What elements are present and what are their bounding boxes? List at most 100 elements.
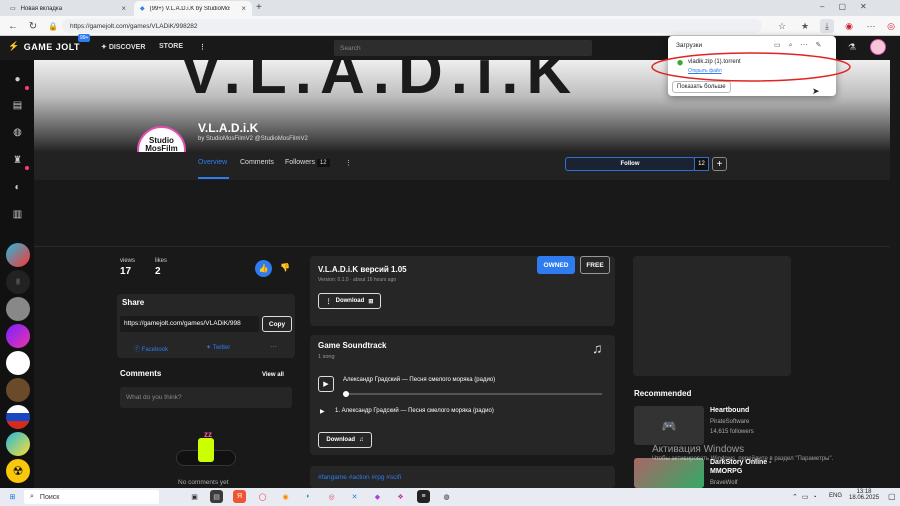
build-title: V.L.A.D.i.K версий 1.05 [318,265,407,274]
community-avatar[interactable] [6,243,30,267]
like-icon[interactable]: 👍 [255,260,272,277]
community-avatar[interactable] [6,378,30,402]
taskbar-search[interactable]: ⌕ Поиск [24,490,159,504]
sleeping-mascot: zz [176,430,236,470]
darkstory-thumbnail[interactable] [634,458,704,488]
app-icon[interactable]: ≡ [417,490,430,503]
track-play-icon[interactable]: ▶ [320,408,325,415]
favorites-icon[interactable]: ★ [798,19,812,33]
app-icon[interactable]: ◆ [371,490,384,503]
share-url-field[interactable]: https://gamejolt.com/games/VLADiK/998 [120,316,259,332]
downloads-toolbar[interactable]: ▭⌕⋯✎ [774,41,829,50]
back-icon[interactable]: ← [6,19,20,33]
dislike-icon[interactable]: 👎 [280,263,290,272]
heartbound-thumbnail[interactable]: 🎮 [634,406,704,445]
edge-icon[interactable]: ◐ [302,490,315,503]
backpack-icon[interactable]: ◍ [9,124,26,141]
community-avatar[interactable] [6,405,30,429]
nav-label: DISCOVER [108,44,146,51]
app-icon[interactable]: ◎ [325,490,338,503]
language-indicator[interactable]: ENG [829,493,842,499]
rec-game-name[interactable]: Heartbound [710,407,749,414]
nav-store[interactable]: STORE [159,43,183,50]
opera-icon[interactable]: ◯ [256,490,269,503]
app-icon[interactable]: ❖ [394,490,407,503]
chat-icon[interactable]: ◐ [9,179,26,196]
download-icon: ⋮ [325,298,332,305]
refresh-icon[interactable]: ↻ [26,19,40,33]
version-label: Version: [318,277,337,283]
more-menu-icon[interactable]: ⋮ [199,43,206,51]
nav-discover[interactable]: ✦ DISCOVER [101,43,145,51]
vscode-icon[interactable]: ✕ [348,490,361,503]
tab-vladik[interactable]: ◆ (99+) V.L.A.D.i.K by StudioMosFilmV2 × [134,1,252,16]
library-icon[interactable]: ▥ [9,206,26,223]
clock[interactable]: 13:18 18.06.2025 [849,489,879,501]
no-comments-text: No comments yet [178,479,229,486]
downloads-title: Загрузки [676,42,703,49]
trophy-icon[interactable]: ♜ [9,152,26,169]
follow-button[interactable]: Follow [565,157,695,171]
song-count: 1 song [318,354,335,360]
window-controls[interactable]: –▢✕ [820,2,881,11]
user-avatar[interactable] [870,39,886,55]
progress-track[interactable] [343,393,602,395]
track-list-item[interactable]: 1. Александр Градский — Песня смелого мо… [335,408,494,414]
copy-button[interactable]: Copy [262,316,292,332]
tab-comments[interactable]: Comments [240,159,274,166]
radiation-icon[interactable]: ☢ [6,459,30,483]
system-tray-icons[interactable]: ⌃▭◔ [792,493,821,501]
tab-followers[interactable]: Followers 12 [285,159,330,167]
search-input[interactable]: Search [334,40,592,56]
app-icon[interactable]: ▤ [210,490,223,503]
tab-new[interactable]: ▭ Новая вкладка × [4,1,132,16]
firefox-icon[interactable]: ◉ [279,490,292,503]
likes-label: likes [155,258,168,264]
more-icon[interactable]: ⋮ [345,159,352,167]
activity-icon[interactable]: ● [9,71,26,88]
tab-overview[interactable]: Overview [198,159,227,166]
community-avatar[interactable]: ▒ [6,270,30,294]
facebook-button[interactable]: ⓕ Facebook [134,344,168,353]
menu-icon[interactable]: ⋯ [864,19,878,33]
play-button[interactable]: ▶ [318,376,334,392]
community-avatar[interactable] [6,432,30,456]
download-build-button[interactable]: ⋮ Download ⊞ [318,293,381,309]
close-icon[interactable]: × [121,4,126,13]
more-share-icon[interactable]: ⋯ [270,343,277,351]
rec-game-author[interactable]: PirateSoftware [710,419,749,425]
add-icon[interactable]: + [712,157,727,171]
profile-icon[interactable]: ◎ [884,19,898,33]
steam-icon[interactable]: ◍ [440,490,453,503]
extensions-icon[interactable]: ◉ [842,19,856,33]
close-icon[interactable]: × [241,4,246,13]
gamejolt-tab-icon: ◆ [140,6,145,12]
date: 18.06.2025 [849,495,880,501]
download-soundtrack-button[interactable]: Download ♫ [318,432,372,448]
comment-input[interactable]: What do you think? [120,387,292,408]
url-input[interactable]: https://gamejolt.com/games/VLADiK/998282 [62,19,762,33]
windows-start-icon[interactable]: ⊞ [6,490,19,503]
followers-count: 12 [316,159,330,167]
site-logo[interactable]: ⚡ GAME JOLT [8,41,80,52]
progress-handle[interactable] [343,391,349,397]
task-view-icon[interactable]: ▣ [188,490,201,503]
divider [34,246,890,247]
download-icon[interactable]: ⤓ [820,19,834,33]
yandex-icon[interactable]: Я [233,490,246,503]
view-all-link[interactable]: View all [262,372,284,378]
community-avatar[interactable] [6,351,30,375]
twitter-button[interactable]: ✦ Twitter [206,344,230,351]
tags[interactable]: #fangame #action #rpg #scifi [318,474,401,481]
community-avatar[interactable] [6,297,30,321]
shop-icon[interactable]: ▤ [9,97,26,114]
facebook-icon: ⓕ [134,347,142,353]
new-tab-button[interactable]: + [256,2,262,13]
developer-byline[interactable]: by StudioMosFilmV2 @StudioMosFilmV2 [198,136,308,142]
star-icon[interactable]: ☆ [775,19,789,33]
notifications-icon[interactable]: ▢ [888,492,896,501]
button-label: Download [335,298,365,304]
community-avatar[interactable] [6,324,30,348]
mouse-cursor: ➤ [812,86,820,96]
rec-game-author[interactable]: BraveWolf [710,480,738,486]
